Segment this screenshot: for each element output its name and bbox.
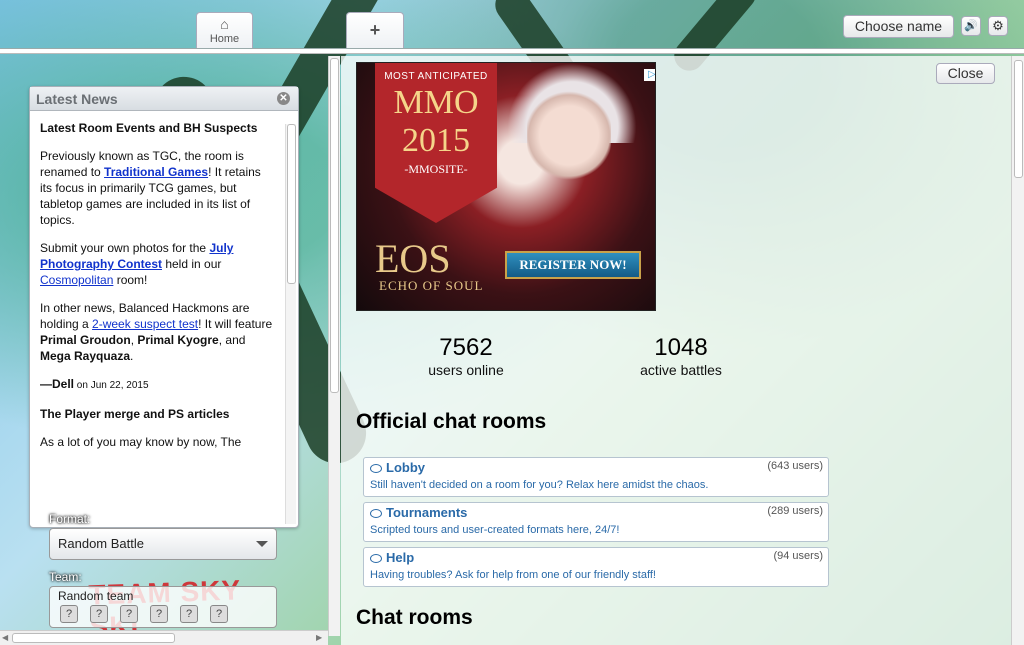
tab-home[interactable]: ⌂ Home (196, 12, 253, 50)
room-name: Help (386, 550, 415, 565)
tab-bar-divider (0, 48, 1024, 54)
left-pane-scrollbar[interactable] (328, 56, 340, 636)
cosmopolitan-link[interactable]: Cosmopolitan (40, 273, 113, 287)
news-text: , and (218, 333, 246, 347)
room-name: Tournaments (386, 505, 468, 520)
news-bold: Primal Groudon (40, 333, 131, 347)
news-bold: Mega Rayquaza (40, 349, 131, 363)
news-scrollbar[interactable] (285, 124, 296, 524)
pokemon-icon: ? (90, 605, 108, 623)
scroll-left-icon[interactable]: ◀ (2, 633, 8, 642)
close-button[interactable]: Close (936, 63, 995, 84)
ad-text: MMO (393, 84, 479, 121)
chat-bubble-icon (370, 509, 382, 518)
news-author: —Dell (40, 377, 75, 391)
news-headline: Latest Room Events and BH Suspects (40, 121, 258, 135)
pokemon-icon: ? (180, 605, 198, 623)
ad-logo: EOS (375, 236, 451, 281)
right-pane-scrollbar[interactable] (1011, 56, 1024, 645)
chat-bubble-icon (370, 554, 382, 563)
suspect-test-link[interactable]: 2-week suspect test (92, 317, 198, 331)
chevron-down-icon (256, 541, 268, 547)
room-help[interactable]: Help (94 users) Having troubles? Ask for… (363, 547, 829, 587)
users-online-count: 7562 (439, 334, 493, 361)
left-scroll-thumb[interactable] (330, 58, 339, 393)
battle-form: Format: Random Battle TEAM SKY SKI Team:… (29, 496, 299, 645)
news-text: ! It will feature (198, 317, 273, 331)
latest-news-title: Latest News (36, 91, 118, 107)
format-select[interactable]: Random Battle (49, 528, 277, 560)
hscroll-thumb[interactable] (12, 633, 175, 643)
room-lobby[interactable]: Lobby (643 users) Still haven't decided … (363, 457, 829, 497)
users-online-label: users online (428, 362, 504, 378)
right-scroll-thumb[interactable] (1014, 60, 1023, 178)
advertisement[interactable]: MOST ANTICIPATED MMO 2015 -MMOSITE- EOS … (356, 62, 656, 311)
home-icon: ⌂ (220, 16, 229, 32)
pokemon-icon: ? (120, 605, 138, 623)
ad-banner: MOST ANTICIPATED MMO 2015 -MMOSITE- (375, 63, 497, 223)
horizontal-scrollbar[interactable]: ◀ ▶ (0, 630, 328, 645)
adchoices-icon[interactable]: ▷✕ (644, 69, 655, 81)
chat-rooms-heading: Chat rooms (356, 606, 473, 629)
main-menu-pane: Close MOST ANTICIPATED MMO 2015 -MMOSITE… (341, 56, 1011, 645)
new-tab-button[interactable]: + (346, 12, 404, 50)
format-value: Random Battle (58, 536, 144, 551)
close-icon[interactable]: ✕ (277, 92, 290, 105)
ad-character-art (527, 75, 611, 185)
scroll-right-icon[interactable]: ▶ (316, 633, 322, 642)
team-label: Team: (49, 570, 82, 584)
chat-bubble-icon (370, 464, 382, 473)
latest-news-header: Latest News ✕ (30, 87, 298, 111)
active-battles-stat[interactable]: 1048 active battles (621, 334, 741, 378)
team-select[interactable]: Random team ?????? (49, 586, 277, 628)
pokemon-icon: ? (150, 605, 168, 623)
choose-name-button[interactable]: Choose name (843, 15, 954, 38)
gear-icon[interactable]: ⚙ (988, 16, 1008, 36)
tab-home-label: Home (209, 33, 240, 45)
latest-news-panel: Latest News ✕ Latest Room Events and BH … (29, 86, 299, 528)
room-user-count: (94 users) (773, 550, 823, 562)
news-headline: The Player merge and PS articles (40, 407, 230, 421)
room-description: Scripted tours and user-created formats … (370, 524, 620, 536)
pokemon-slots: ?????? (60, 605, 240, 623)
pokemon-icon: ? (210, 605, 228, 623)
room-user-count: (643 users) (767, 460, 823, 472)
team-value: Random team (58, 589, 134, 603)
format-label: Format: (49, 512, 91, 526)
room-description: Still haven't decided on a room for you?… (370, 479, 709, 491)
ad-text: MOST ANTICIPATED (384, 71, 488, 82)
top-bar: ⌂ Home + Choose name 🔊 ⚙ (0, 0, 1024, 54)
speaker-icon[interactable]: 🔊 (961, 16, 981, 36)
room-name: Lobby (386, 460, 425, 475)
pokemon-icon: ? (60, 605, 78, 623)
active-battles-label: active battles (640, 362, 722, 378)
ad-text: -MMOSITE- (404, 162, 468, 176)
register-now-button[interactable]: REGISTER NOW! (505, 251, 641, 279)
news-text: room! (113, 273, 148, 287)
news-text: held in our (162, 257, 222, 271)
news-content: Latest Room Events and BH Suspects Previ… (30, 112, 286, 527)
left-pane: Latest News ✕ Latest Room Events and BH … (0, 56, 340, 645)
room-user-count: (289 users) (767, 505, 823, 517)
ad-text: 2015 (402, 122, 470, 159)
room-tournaments[interactable]: Tournaments (289 users) Scripted tours a… (363, 502, 829, 542)
active-battles-count: 1048 (654, 334, 708, 361)
ad-logo-sub: ECHO OF SOUL (379, 278, 484, 293)
room-description: Having troubles? Ask for help from one o… (370, 569, 656, 581)
news-bold: Primal Kyogre (137, 333, 219, 347)
news-text: . (130, 349, 134, 363)
official-rooms-heading: Official chat rooms (356, 410, 547, 433)
traditional-games-link[interactable]: Traditional Games (104, 165, 208, 179)
news-date: on Jun 22, 2015 (74, 380, 149, 391)
news-text: Submit your own photos for the (40, 241, 210, 255)
news-text: As a lot of you may know by now, The (40, 435, 242, 449)
news-scroll-thumb[interactable] (287, 124, 296, 284)
users-online-stat: 7562 users online (411, 334, 521, 378)
